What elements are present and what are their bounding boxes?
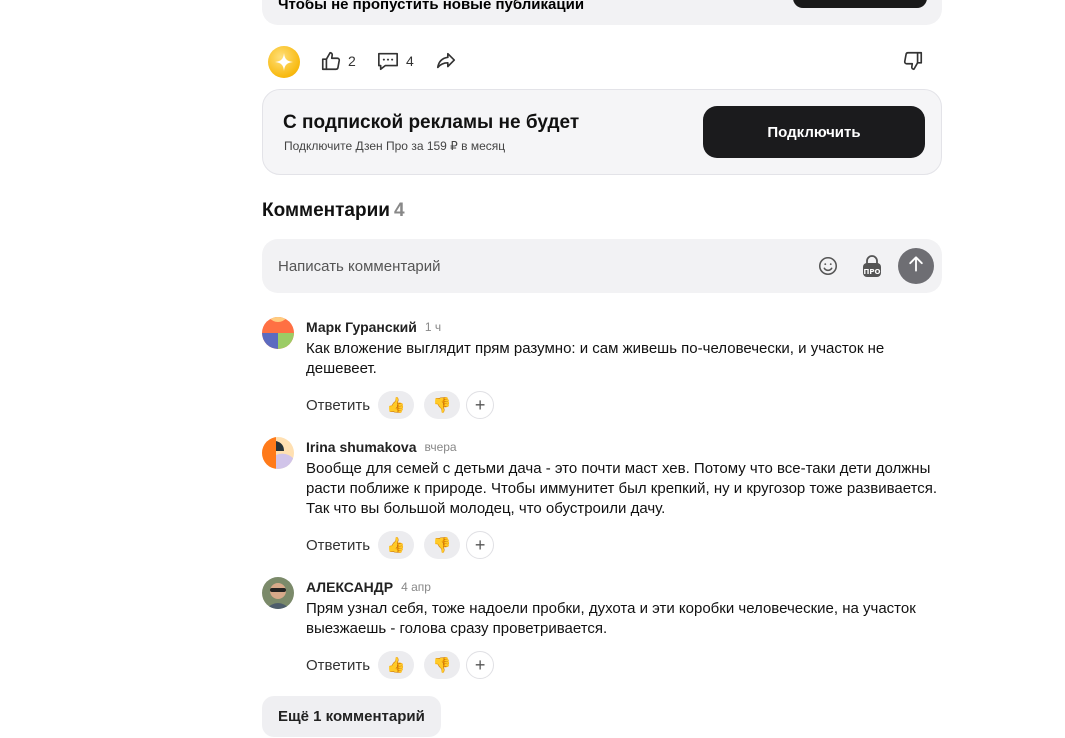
add-reaction-button[interactable]: +	[466, 651, 495, 679]
article-actions: 2 4	[262, 42, 942, 80]
comment-author[interactable]: Irina shumakova	[306, 439, 417, 455]
reaction-thumbs-down[interactable]: 👎	[424, 531, 461, 559]
add-reaction-button[interactable]: +	[466, 531, 495, 559]
comments-heading-label: Комментарии	[262, 200, 390, 221]
comment-text: Прям узнал себя, тоже надоели пробки, ду…	[306, 600, 916, 637]
comment-bubble-icon	[376, 50, 400, 72]
more-comments-button[interactable]: Ещё 1 комментарий	[262, 696, 441, 737]
like-count: 2	[348, 53, 356, 69]
comment-text: Вообще для семей с детьми дача - это поч…	[306, 460, 938, 517]
dislike-button[interactable]	[902, 50, 924, 72]
comment-author[interactable]: АЛЕКСАНДР	[306, 579, 393, 595]
subscribe-banner: Чтобы не пропустить новые публикации	[262, 0, 942, 25]
comments-heading: Комментарии 4	[262, 200, 405, 222]
reaction-thumbs-down[interactable]: 👎	[424, 651, 461, 679]
avatar[interactable]	[262, 577, 294, 609]
subscribe-button[interactable]	[793, 0, 927, 8]
thumbs-up-icon	[320, 50, 342, 72]
like-button[interactable]: 2	[320, 50, 356, 72]
avatar[interactable]	[262, 317, 294, 349]
comment-input-box: ПРО	[262, 239, 942, 293]
comment-author[interactable]: Марк Гуранский	[306, 319, 417, 335]
comments-button[interactable]: 4	[376, 50, 414, 72]
reaction-thumbs-down[interactable]: 👎	[424, 391, 461, 419]
comment-input[interactable]	[278, 255, 798, 277]
comments-count: 4	[406, 53, 414, 69]
svg-text:ПРО: ПРО	[864, 268, 881, 276]
arrow-up-icon	[906, 254, 926, 279]
no-ads-subtitle: Подключите Дзен Про за 159 ₽ в месяц	[284, 139, 506, 153]
zen-star-icon[interactable]	[268, 46, 300, 78]
connect-button[interactable]: Подключить	[703, 106, 925, 158]
reaction-thumbs-up[interactable]: 👍	[378, 391, 415, 419]
thumbs-down-icon	[902, 50, 924, 72]
subscribe-banner-text: Чтобы не пропустить новые публикации	[278, 0, 585, 13]
reply-button[interactable]: Ответить	[306, 657, 370, 674]
comment-time: 1 ч	[424, 320, 442, 334]
comment-time: 4 апр	[401, 580, 431, 594]
no-ads-banner: С подпиской рекламы не будет Подключите …	[262, 89, 942, 175]
reaction-thumbs-up[interactable]: 👍	[378, 651, 415, 679]
pro-lock-icon[interactable]: ПРО	[860, 253, 884, 279]
share-arrow-icon	[435, 50, 457, 72]
reply-button[interactable]: Ответить	[306, 537, 370, 554]
reaction-thumbs-up[interactable]: 👍	[378, 531, 415, 559]
avatar[interactable]	[262, 437, 294, 469]
share-button[interactable]	[435, 50, 457, 72]
comment-text: Как вложение выглядит прям разумно: и са…	[306, 340, 885, 377]
comments-heading-count: 4	[393, 200, 405, 221]
reply-button[interactable]: Ответить	[306, 397, 370, 414]
emoji-icon[interactable]	[817, 255, 839, 277]
no-ads-title: С подпиской рекламы не будет	[283, 112, 580, 133]
comment-time: вчера	[424, 440, 457, 454]
send-comment-button[interactable]	[898, 248, 934, 284]
add-reaction-button[interactable]: +	[466, 391, 495, 419]
